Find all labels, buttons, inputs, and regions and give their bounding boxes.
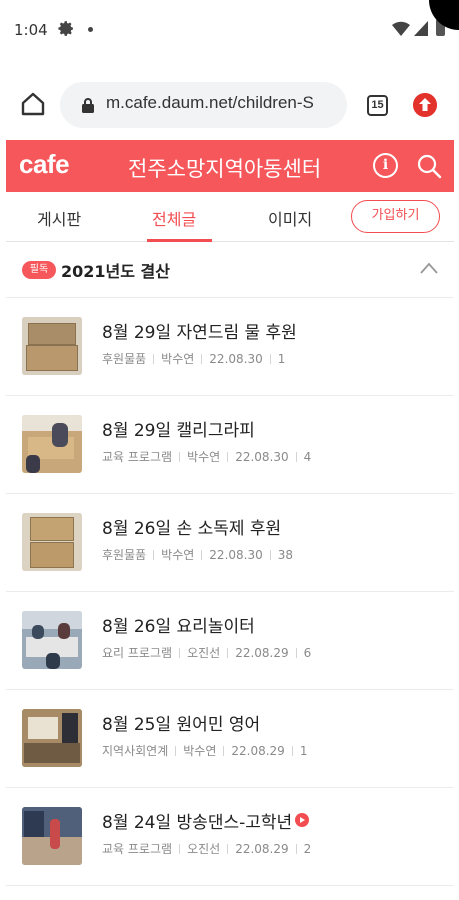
post-list: 8월 29일 자연드림 물 후원 후원물품 박수연 22.08.30 1 8월 29일… bbox=[6, 298, 454, 886]
tab-images[interactable]: 이미지 bbox=[268, 206, 312, 230]
status-bar: 1:04 bbox=[0, 0, 459, 62]
cell-signal-icon bbox=[414, 21, 428, 36]
post-view-count: 1 bbox=[277, 352, 286, 366]
notification-dot-icon bbox=[88, 27, 93, 32]
settings-gear-icon bbox=[58, 21, 74, 36]
meta-divider bbox=[227, 844, 229, 854]
post-date: 22.08.29 bbox=[235, 842, 289, 856]
tab-all-posts[interactable]: 전체글 bbox=[152, 206, 196, 230]
post-author: 박수연 bbox=[161, 548, 195, 562]
list-item[interactable]: 8월 24일 방송댄스-고학년 교육 프로그램 오진선 22.08.29 2 bbox=[6, 788, 454, 886]
upload-icon[interactable] bbox=[413, 93, 437, 117]
post-category: 요리 프로그램 bbox=[102, 646, 173, 660]
video-play-icon bbox=[295, 813, 310, 827]
list-item[interactable]: 8월 26일 손 소독제 후원 후원물품 박수연 22.08.30 38 bbox=[6, 494, 454, 592]
post-view-count: 1 bbox=[299, 744, 308, 758]
post-date: 22.08.29 bbox=[235, 646, 289, 660]
post-title[interactable]: 8월 29일 캘리그라피 bbox=[102, 416, 255, 441]
meta-divider bbox=[223, 746, 225, 756]
meta-divider bbox=[153, 354, 155, 364]
post-date: 22.08.30 bbox=[209, 548, 263, 562]
browser-toolbar: m.cafe.daum.net/children-S 15 bbox=[0, 62, 459, 140]
post-title-text: 8월 24일 방송댄스-고학년 bbox=[102, 813, 293, 833]
home-icon[interactable] bbox=[20, 92, 46, 116]
wifi-icon bbox=[392, 21, 410, 36]
meta-divider bbox=[291, 746, 293, 756]
post-view-count: 2 bbox=[303, 842, 312, 856]
meta-divider bbox=[295, 648, 297, 658]
meta-divider bbox=[227, 452, 229, 462]
must-read-badge: 필독 bbox=[22, 261, 56, 279]
notice-row[interactable]: 필독 2021년도 결산 bbox=[6, 242, 454, 298]
list-item[interactable]: 8월 26일 요리놀이터 요리 프로그램 오진선 22.08.29 6 bbox=[6, 592, 454, 690]
cafe-logo[interactable]: cafe bbox=[19, 149, 70, 180]
post-date: 22.08.30 bbox=[235, 450, 289, 464]
lock-icon bbox=[82, 98, 94, 113]
post-author: 오진선 bbox=[187, 842, 221, 856]
post-meta: 후원물품 박수연 22.08.30 1 bbox=[102, 350, 285, 367]
post-meta: 요리 프로그램 오진선 22.08.29 6 bbox=[102, 644, 311, 661]
post-view-count: 6 bbox=[303, 646, 312, 660]
tab-board[interactable]: 게시판 bbox=[37, 206, 81, 230]
post-date: 22.08.29 bbox=[231, 744, 285, 758]
meta-divider bbox=[201, 550, 203, 560]
meta-divider bbox=[153, 550, 155, 560]
meta-divider bbox=[269, 550, 271, 560]
meta-divider bbox=[227, 648, 229, 658]
post-category: 후원물품 bbox=[102, 548, 147, 562]
post-title[interactable]: 8월 29일 자연드림 물 후원 bbox=[102, 318, 297, 343]
post-author: 박수연 bbox=[183, 744, 217, 758]
search-icon[interactable] bbox=[415, 152, 443, 180]
post-meta: 지역사회연계 박수연 22.08.29 1 bbox=[102, 742, 307, 759]
post-author: 박수연 bbox=[187, 450, 221, 464]
notice-title[interactable]: 2021년도 결산 bbox=[61, 258, 170, 282]
cafe-name[interactable]: 전주소망지역아동센터 bbox=[128, 153, 321, 183]
post-title[interactable]: 8월 26일 요리놀이터 bbox=[102, 612, 255, 637]
post-thumbnail bbox=[22, 415, 82, 473]
post-view-count: 4 bbox=[303, 450, 312, 464]
status-time: 1:04 bbox=[14, 21, 48, 39]
post-thumbnail bbox=[22, 709, 82, 767]
meta-divider bbox=[179, 648, 181, 658]
post-view-count: 38 bbox=[277, 548, 294, 562]
list-item[interactable]: 8월 29일 자연드림 물 후원 후원물품 박수연 22.08.30 1 bbox=[6, 298, 454, 396]
cafe-header: cafe 전주소망지역아동센터 i bbox=[6, 140, 454, 192]
url-text: m.cafe.daum.net/children-S bbox=[106, 93, 314, 112]
board-tabs: 게시판 전체글 이미지 가입하기 bbox=[6, 192, 454, 242]
post-author: 박수연 bbox=[161, 352, 195, 366]
tab-switcher-button[interactable]: 15 bbox=[367, 95, 388, 116]
join-button[interactable]: 가입하기 bbox=[351, 200, 440, 233]
meta-divider bbox=[295, 452, 297, 462]
meta-divider bbox=[201, 354, 203, 364]
post-title[interactable]: 8월 24일 방송댄스-고학년 bbox=[102, 808, 310, 833]
post-category: 지역사회연계 bbox=[102, 744, 169, 758]
meta-divider bbox=[175, 746, 177, 756]
post-thumbnail bbox=[22, 317, 82, 375]
info-icon[interactable]: i bbox=[373, 153, 398, 178]
post-thumbnail bbox=[22, 611, 82, 669]
post-category: 교육 프로그램 bbox=[102, 842, 173, 856]
post-thumbnail bbox=[22, 513, 82, 571]
post-title[interactable]: 8월 26일 손 소독제 후원 bbox=[102, 514, 281, 539]
chevron-up-icon[interactable] bbox=[420, 262, 438, 274]
post-author: 오진선 bbox=[187, 646, 221, 660]
post-date: 22.08.30 bbox=[209, 352, 263, 366]
meta-divider bbox=[179, 844, 181, 854]
list-item[interactable]: 8월 25일 원어민 영어 지역사회연계 박수연 22.08.29 1 bbox=[6, 690, 454, 788]
post-category: 후원물품 bbox=[102, 352, 147, 366]
list-item[interactable]: 8월 29일 캘리그라피 교육 프로그램 박수연 22.08.30 4 bbox=[6, 396, 454, 494]
meta-divider bbox=[179, 452, 181, 462]
address-bar[interactable]: m.cafe.daum.net/children-S bbox=[60, 82, 347, 128]
post-meta: 후원물품 박수연 22.08.30 38 bbox=[102, 546, 293, 563]
post-meta: 교육 프로그램 박수연 22.08.30 4 bbox=[102, 448, 311, 465]
post-title[interactable]: 8월 25일 원어민 영어 bbox=[102, 710, 260, 735]
screen-corner bbox=[429, 0, 459, 30]
post-thumbnail bbox=[22, 807, 82, 865]
post-meta: 교육 프로그램 오진선 22.08.29 2 bbox=[102, 840, 311, 857]
meta-divider bbox=[269, 354, 271, 364]
post-category: 교육 프로그램 bbox=[102, 450, 173, 464]
meta-divider bbox=[295, 844, 297, 854]
